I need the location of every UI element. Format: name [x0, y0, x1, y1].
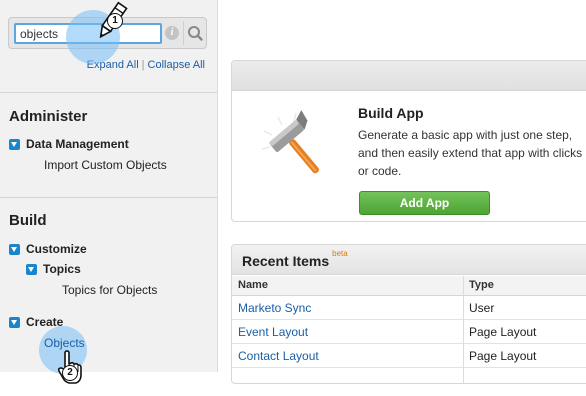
hammer-icon: [261, 110, 319, 174]
build-heading: Build: [9, 212, 47, 229]
table-row: Event Layout Page Layout: [232, 320, 586, 344]
table-header: Name Type: [232, 276, 586, 296]
collapse-all-link[interactable]: Collapse All: [148, 59, 205, 71]
expand-arrow-icon[interactable]: [9, 243, 20, 255]
recent-item-link[interactable]: Marketo Sync: [238, 296, 311, 320]
divider: [0, 197, 218, 198]
expand-arrow-icon[interactable]: [9, 316, 20, 328]
recent-item-link[interactable]: Contact Layout: [238, 344, 319, 368]
tree-item-label: Customize: [26, 242, 87, 256]
administer-heading: Administer: [9, 108, 88, 125]
expand-arrow-icon[interactable]: [9, 138, 20, 150]
build-app-description: Generate a basic app with just one step,…: [358, 128, 583, 178]
recent-item-type: User: [469, 301, 495, 315]
tree-item-data-management[interactable]: Data Management: [9, 137, 129, 151]
recent-item-link[interactable]: Event Layout: [238, 320, 308, 344]
column-divider: [463, 276, 464, 383]
build-app-title: Build App: [358, 105, 424, 121]
beta-badge: beta: [332, 249, 348, 258]
tree-leaf-import-custom-objects[interactable]: Import Custom Objects: [44, 158, 167, 172]
table-row: Contact Layout Page Layout: [232, 344, 586, 368]
divider: [0, 92, 218, 93]
tree-leaf-objects[interactable]: Objects: [44, 336, 85, 350]
tree-item-topics[interactable]: Topics: [26, 262, 81, 276]
table-row: Marketo Sync User: [232, 296, 586, 320]
tree-item-label: Topics: [43, 262, 81, 276]
link-separator: |: [141, 59, 145, 71]
recent-item-type: Page Layout: [469, 349, 537, 363]
tree-leaf-topics-for-objects[interactable]: Topics for Objects: [62, 283, 157, 297]
column-header-name: Name: [238, 279, 268, 291]
recent-items-panel: Recent Items beta Name Type Marketo Sync …: [231, 244, 586, 384]
step-badge-1: 1: [107, 13, 123, 29]
info-icon[interactable]: i: [165, 26, 179, 40]
panel-header: [232, 61, 586, 91]
expand-arrow-icon[interactable]: [26, 263, 37, 275]
step-badge-2: 2: [62, 365, 78, 381]
recent-items-header: Recent Items beta: [232, 245, 586, 275]
add-app-button[interactable]: Add App: [359, 191, 490, 215]
magnifier-icon: [188, 26, 203, 41]
search-button[interactable]: [183, 21, 205, 45]
tree-item-label: Data Management: [26, 137, 129, 151]
tree-item-customize[interactable]: Customize: [9, 242, 87, 256]
build-app-panel: Build App Generate a basic app with just…: [231, 60, 586, 222]
recent-items-title: Recent Items: [242, 253, 330, 269]
column-header-type: Type: [469, 279, 494, 291]
recent-item-type: Page Layout: [469, 325, 537, 339]
